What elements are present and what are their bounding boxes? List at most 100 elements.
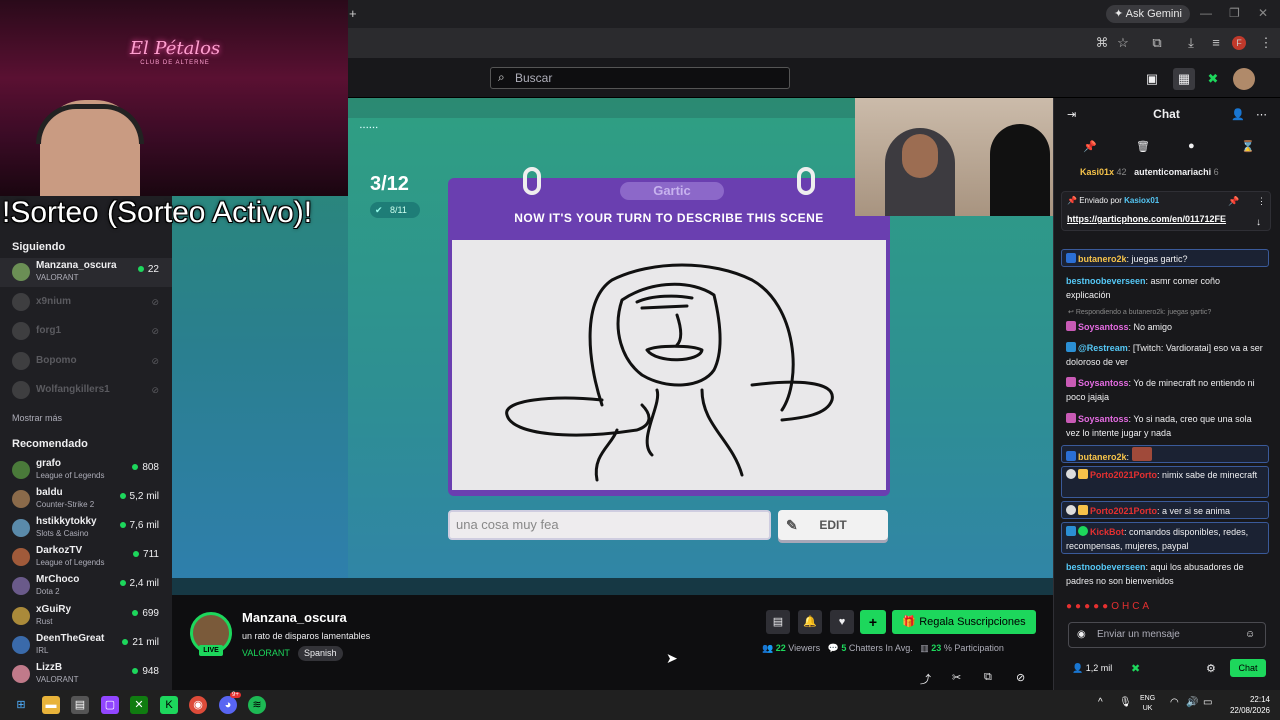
viewer-count: 948 <box>132 666 159 677</box>
kick-app-icon[interactable]: K <box>160 696 178 714</box>
follower-count: 👤 1,2 mil <box>1072 663 1113 673</box>
bubble-icon[interactable]: ● <box>1188 140 1195 152</box>
channel-category: League of Legends <box>36 471 105 480</box>
notes-icon[interactable]: ▤ <box>766 610 790 634</box>
expand-arrow-icon[interactable]: ↓ <box>1256 217 1261 228</box>
trash-icon[interactable]: 🗑 <box>1136 140 1150 153</box>
profile-avatar[interactable]: F <box>1232 36 1246 50</box>
sidebar-item-recommended[interactable]: LizzB VALORANT 948 <box>0 660 172 689</box>
discord-icon[interactable]: ◕ <box>219 696 237 714</box>
chat-settings-icon[interactable]: ◉ <box>1077 629 1086 640</box>
language-tag[interactable]: Spanish <box>298 646 343 661</box>
edit-button[interactable]: ✎ EDIT <box>778 510 888 540</box>
hide-icon[interactable]: ⊘ <box>1016 671 1025 684</box>
sidebar-item-recommended[interactable]: DeenTheGreat IRL 21 mil <box>0 631 172 660</box>
extensions-icon[interactable]: ⧉ <box>1148 34 1166 52</box>
avatar <box>12 548 30 566</box>
extension-icon[interactable]: ▣ <box>1143 70 1161 88</box>
clip-icon[interactable]: ✂ <box>952 671 961 684</box>
twitch-icon[interactable]: ▢ <box>101 696 119 714</box>
viewer-count: 5,2 mil <box>119 491 159 502</box>
browser-menu-icon[interactable]: ⋮ <box>1257 34 1275 52</box>
subscribe-plus-button[interactable]: + <box>860 610 886 634</box>
avatar <box>12 665 30 683</box>
channel-name[interactable]: Manzana_oscura <box>242 610 347 625</box>
volume-icon[interactable]: 🔊 <box>1186 697 1198 708</box>
unpin-icon[interactable]: 📌 <box>1228 196 1239 207</box>
gift-icon: 🎁 <box>902 616 920 628</box>
share-icon[interactable]: ⤴ <box>920 671 931 687</box>
sidebar-item-following[interactable]: Manzana_oscura VALORANT 22 <box>0 258 172 287</box>
channel-name: forg1 <box>36 325 61 336</box>
sidebar-item-following[interactable]: forg1 ⊘ <box>0 317 172 346</box>
bookmark-star-icon[interactable]: ☆ <box>1114 34 1132 52</box>
live-badge: LIVE <box>199 645 223 656</box>
close-window-icon[interactable]: ✕ <box>1258 6 1268 20</box>
minimize-icon[interactable]: — <box>1200 6 1212 20</box>
gift-subs-button[interactable]: 🎁 Regala Suscripciones <box>892 610 1036 634</box>
emote-bar[interactable]: ●●●●●OHCA <box>1066 601 1152 612</box>
restore-icon[interactable]: ❐ <box>1229 6 1240 20</box>
translate-icon[interactable]: ⌘ <box>1093 34 1111 52</box>
system-clock[interactable]: 22:14 22/08/2026 <box>1218 694 1270 716</box>
sidebar-item-recommended[interactable]: grafo League of Legends 808 <box>0 456 172 485</box>
heart-icon[interactable]: ♥ <box>830 610 854 634</box>
recommended-header: Recomendado <box>12 438 88 450</box>
battery-icon[interactable]: ▭ <box>1203 697 1212 708</box>
channel-name: hstikkytokky <box>36 516 97 527</box>
bell-icon[interactable]: 🔔 <box>798 610 822 634</box>
layout-icon[interactable]: ▦ <box>1173 68 1195 90</box>
store-icon[interactable]: ▤ <box>71 696 89 714</box>
show-more-link[interactable]: Mostrar más <box>12 413 62 423</box>
gear-icon[interactable]: ⚙ <box>1206 662 1216 675</box>
chat-message: butanero2k: juegas gartic? <box>1066 252 1266 266</box>
sidebar-item-following[interactable]: x9nium ⊘ <box>0 288 172 317</box>
viewer-count: 2,4 mil <box>119 578 159 589</box>
sidebar-item-recommended[interactable]: DarkozTV League of Legends 711 <box>0 543 172 572</box>
sidebar-item-recommended[interactable]: MrChoco Dota 2 2,4 mil <box>0 572 172 601</box>
stream-title: un rato de disparos lamentables <box>242 631 371 641</box>
chrome-icon[interactable]: ◉ <box>189 696 207 714</box>
tray-chevron-icon[interactable]: ^ <box>1098 697 1103 708</box>
sidebar-item-recommended[interactable]: hstikkytokky Slots & Casino 7,6 mil <box>0 514 172 543</box>
stream-category-link[interactable]: VALORANT <box>242 648 290 658</box>
scene-prompt: NOW IT'S YOUR TURN TO DESCRIBE THIS SCEN… <box>514 211 824 225</box>
file-explorer-icon[interactable]: ▬ <box>42 696 60 714</box>
sidebar-item-following[interactable]: Wolfangkillers1 ⊘ <box>0 376 172 405</box>
download-icon[interactable]: ⤓ <box>1182 34 1200 52</box>
pin-icon[interactable]: 📌 <box>1083 140 1097 153</box>
kick-icon[interactable]: ✖ <box>1204 70 1222 88</box>
offline-icon: ⊘ <box>151 326 159 336</box>
new-tab-icon[interactable]: + <box>349 6 357 21</box>
pinned-link[interactable]: https://garticphone.com/en/011712FE <box>1067 214 1226 224</box>
answer-input[interactable]: una cosa muy fea <box>448 510 771 540</box>
user-avatar[interactable] <box>1233 68 1255 90</box>
sidebar-item-following[interactable]: Bopomo ⊘ <box>0 347 172 376</box>
search-input[interactable]: Buscar <box>490 67 790 89</box>
language-indicator[interactable]: ENG UK <box>1140 694 1155 714</box>
spotify-icon[interactable]: ≋ <box>248 696 266 714</box>
sidebar-item-recommended[interactable]: xGuiRy Rust 699 <box>0 602 172 631</box>
xbox-icon[interactable]: ✕ <box>130 696 148 714</box>
timer-icon[interactable]: ⌛ <box>1241 140 1255 153</box>
avatar <box>12 263 30 281</box>
chat-input[interactable]: Enviar un mensaje <box>1068 622 1266 648</box>
emoji-icon[interactable]: ☺ <box>1245 629 1255 640</box>
layout-toggle-icon[interactable]: ⧉ <box>984 671 992 684</box>
top-chatters: Kasi01x 42 autenticomariachi 6 <box>1080 167 1219 177</box>
viewer-count: 22 <box>137 264 159 275</box>
pinned-menu-icon[interactable]: ⋮ <box>1257 196 1266 207</box>
windows-start-icon[interactable]: ⊞ <box>12 696 30 714</box>
gartic-logo: Gartic <box>620 182 724 200</box>
sidebar-item-recommended[interactable]: baldu Counter-Strike 2 5,2 mil <box>0 485 172 514</box>
users-icon[interactable]: 👤 <box>1231 108 1245 121</box>
chat-message: Soysantoss: Yo si nada, creo que una sol… <box>1066 413 1252 438</box>
microphone-icon[interactable]: 🎙 <box>1119 697 1132 708</box>
chat-message: @Restream: [Twitch: Vardioratai] eso va … <box>1066 342 1263 367</box>
more-options-icon[interactable]: ⋯ <box>1256 108 1267 121</box>
wifi-icon[interactable]: ◠ <box>1170 697 1179 708</box>
reading-list-icon[interactable]: ≡ <box>1207 34 1225 52</box>
reply-note: ↩ Respondiendo a butanero2k: juegas gart… <box>1068 309 1212 316</box>
chat-send-button[interactable]: Chat <box>1230 659 1266 677</box>
ask-gemini-button[interactable]: ✦ Ask Gemini <box>1106 5 1190 23</box>
